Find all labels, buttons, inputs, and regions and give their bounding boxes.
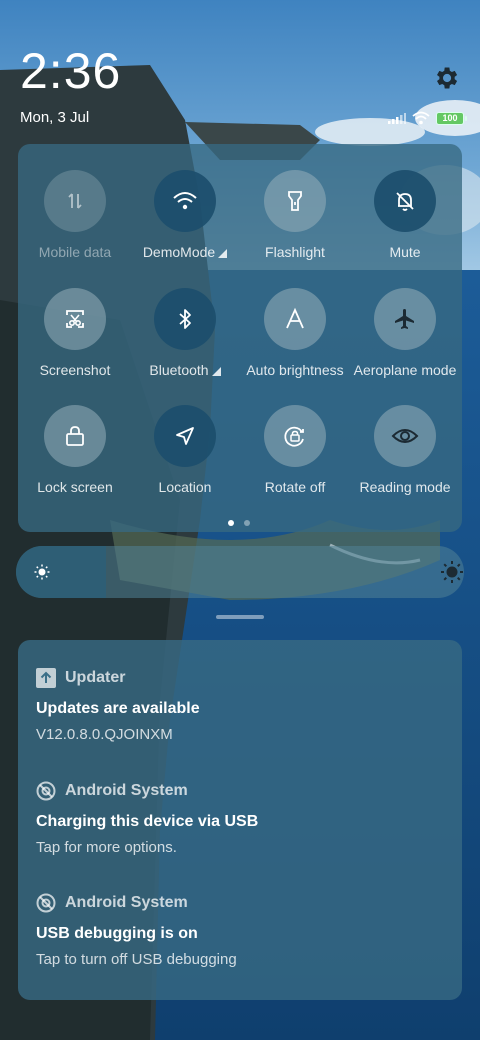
brightness-high-icon — [441, 561, 463, 583]
tile-label: Location — [158, 479, 212, 495]
brightness-slider[interactable] — [16, 546, 464, 598]
wifi-icon — [412, 111, 430, 125]
clock[interactable]: 2:36 — [20, 46, 121, 96]
page-indicator — [228, 520, 250, 526]
airplane-icon — [374, 288, 436, 350]
menu-triangle-icon — [211, 367, 221, 376]
signal-icon — [388, 113, 406, 124]
tile-reading-mode[interactable]: Reading mode — [350, 405, 460, 515]
tile-aeroplane[interactable]: Aeroplane mode — [350, 288, 460, 398]
tile-flashlight[interactable]: Flashlight — [240, 170, 350, 280]
auto-brightness-icon — [264, 288, 326, 350]
brightness-low-icon — [34, 564, 50, 580]
flashlight-icon — [264, 170, 326, 232]
tile-rotate[interactable]: Rotate off — [240, 405, 350, 515]
bell-off-icon — [374, 170, 436, 232]
date[interactable]: Mon, 3 Jul — [20, 109, 89, 126]
rotate-lock-icon — [264, 405, 326, 467]
menu-triangle-icon — [218, 249, 228, 258]
mobile-data-icon — [44, 170, 106, 232]
tile-label: Bluetooth — [149, 362, 209, 378]
tile-bluetooth[interactable]: Bluetooth — [130, 288, 240, 398]
battery-icon: 100 — [436, 111, 467, 125]
location-icon — [154, 405, 216, 467]
notification-app-name: Updater — [65, 669, 126, 686]
notification-title: USB debugging is on — [36, 925, 198, 942]
tile-label: DemoMode — [142, 244, 216, 260]
tile-label: Lock screen — [37, 479, 113, 495]
notification-app-name: Android System — [65, 894, 188, 911]
quick-settings-panel: Mobile data DemoMode Flashlight Mute Scr… — [18, 144, 462, 532]
notification-title: Updates are available — [36, 700, 200, 717]
tile-label: Aeroplane mode — [353, 362, 457, 378]
notification-title: Charging this device via USB — [36, 813, 259, 830]
notification-body: Tap for more options. — [36, 839, 177, 856]
tile-label: Mobile data — [38, 244, 112, 260]
tile-mobile-data[interactable]: Mobile data — [20, 170, 130, 280]
brightness-fill — [16, 546, 106, 598]
eye-icon — [374, 405, 436, 467]
status-icons: 100 — [388, 109, 467, 127]
tile-label: Reading mode — [359, 479, 451, 495]
notification-body: Tap to turn off USB debugging — [36, 951, 237, 968]
android-system-icon — [36, 781, 56, 801]
wifi-icon — [154, 170, 216, 232]
tile-label: Mute — [389, 244, 421, 260]
tile-mute[interactable]: Mute — [350, 170, 460, 280]
notification-item[interactable]: Android System Charging this device via … — [36, 781, 446, 856]
tile-lock-screen[interactable]: Lock screen — [20, 405, 130, 515]
tile-label: Flashlight — [265, 244, 325, 260]
bluetooth-icon — [154, 288, 216, 350]
gear-icon[interactable] — [432, 64, 460, 92]
notification-panel: Updater Updates are available V12.0.8.0.… — [18, 640, 462, 1000]
tile-auto-brightness[interactable]: Auto brightness — [240, 288, 350, 398]
tile-label: Rotate off — [264, 479, 326, 495]
notification-item[interactable]: Updater Updates are available V12.0.8.0.… — [36, 668, 446, 743]
tile-location[interactable]: Location — [130, 405, 240, 515]
tile-label: Screenshot — [39, 362, 111, 378]
tile-screenshot[interactable]: Screenshot — [20, 288, 130, 398]
screenshot-icon — [44, 288, 106, 350]
update-arrow-icon — [36, 668, 56, 688]
page-dot[interactable] — [228, 520, 234, 526]
notification-body: V12.0.8.0.QJOINXM — [36, 726, 173, 743]
notification-app-name: Android System — [65, 782, 188, 799]
battery-level: 100 — [442, 113, 458, 123]
notification-item[interactable]: Android System USB debugging is on Tap t… — [36, 893, 446, 968]
lock-icon — [44, 405, 106, 467]
android-system-icon — [36, 893, 56, 913]
drag-handle[interactable] — [216, 615, 264, 619]
tile-label: Auto brightness — [246, 362, 344, 378]
page-dot[interactable] — [244, 520, 250, 526]
tile-wifi[interactable]: DemoMode — [130, 170, 240, 280]
